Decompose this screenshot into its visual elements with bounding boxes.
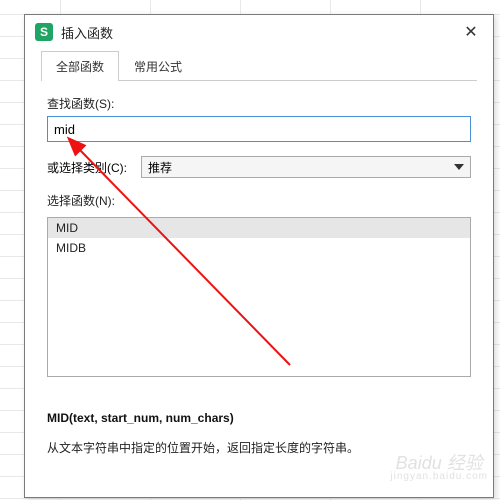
chevron-down-icon	[454, 164, 464, 170]
category-label: 或选择类别(C):	[47, 159, 127, 176]
search-label: 查找函数(S):	[47, 95, 471, 112]
category-selected-value: 推荐	[148, 159, 172, 176]
insert-function-dialog: S 插入函数 ✕ 全部函数 常用公式 查找函数(S): 或选择类别(C): 推荐…	[24, 14, 494, 498]
list-item[interactable]: MID	[48, 218, 470, 238]
app-icon: S	[35, 23, 53, 41]
tab-bar: 全部函数 常用公式	[41, 51, 477, 81]
search-input[interactable]	[47, 116, 471, 142]
function-detail: 从文本字符串中指定的位置开始，返回指定长度的字符串。	[47, 439, 471, 456]
tab-all-functions[interactable]: 全部函数	[41, 51, 119, 81]
dialog-body: 查找函数(S): 或选择类别(C): 推荐 选择函数(N): MID MIDB …	[25, 81, 493, 497]
dialog-title: 插入函数	[61, 23, 459, 42]
list-item[interactable]: MIDB	[48, 238, 470, 258]
function-signature: MID(text, start_num, num_chars)	[47, 411, 471, 425]
tab-common-formulas[interactable]: 常用公式	[119, 51, 197, 81]
category-select[interactable]: 推荐	[141, 156, 471, 178]
close-icon[interactable]: ✕	[459, 22, 483, 42]
function-list-label: 选择函数(N):	[47, 192, 471, 209]
titlebar: S 插入函数 ✕	[25, 15, 493, 49]
function-description: MID(text, start_num, num_chars) 从文本字符串中指…	[47, 411, 471, 456]
function-listbox[interactable]: MID MIDB	[47, 217, 471, 377]
category-row: 或选择类别(C): 推荐	[47, 156, 471, 178]
